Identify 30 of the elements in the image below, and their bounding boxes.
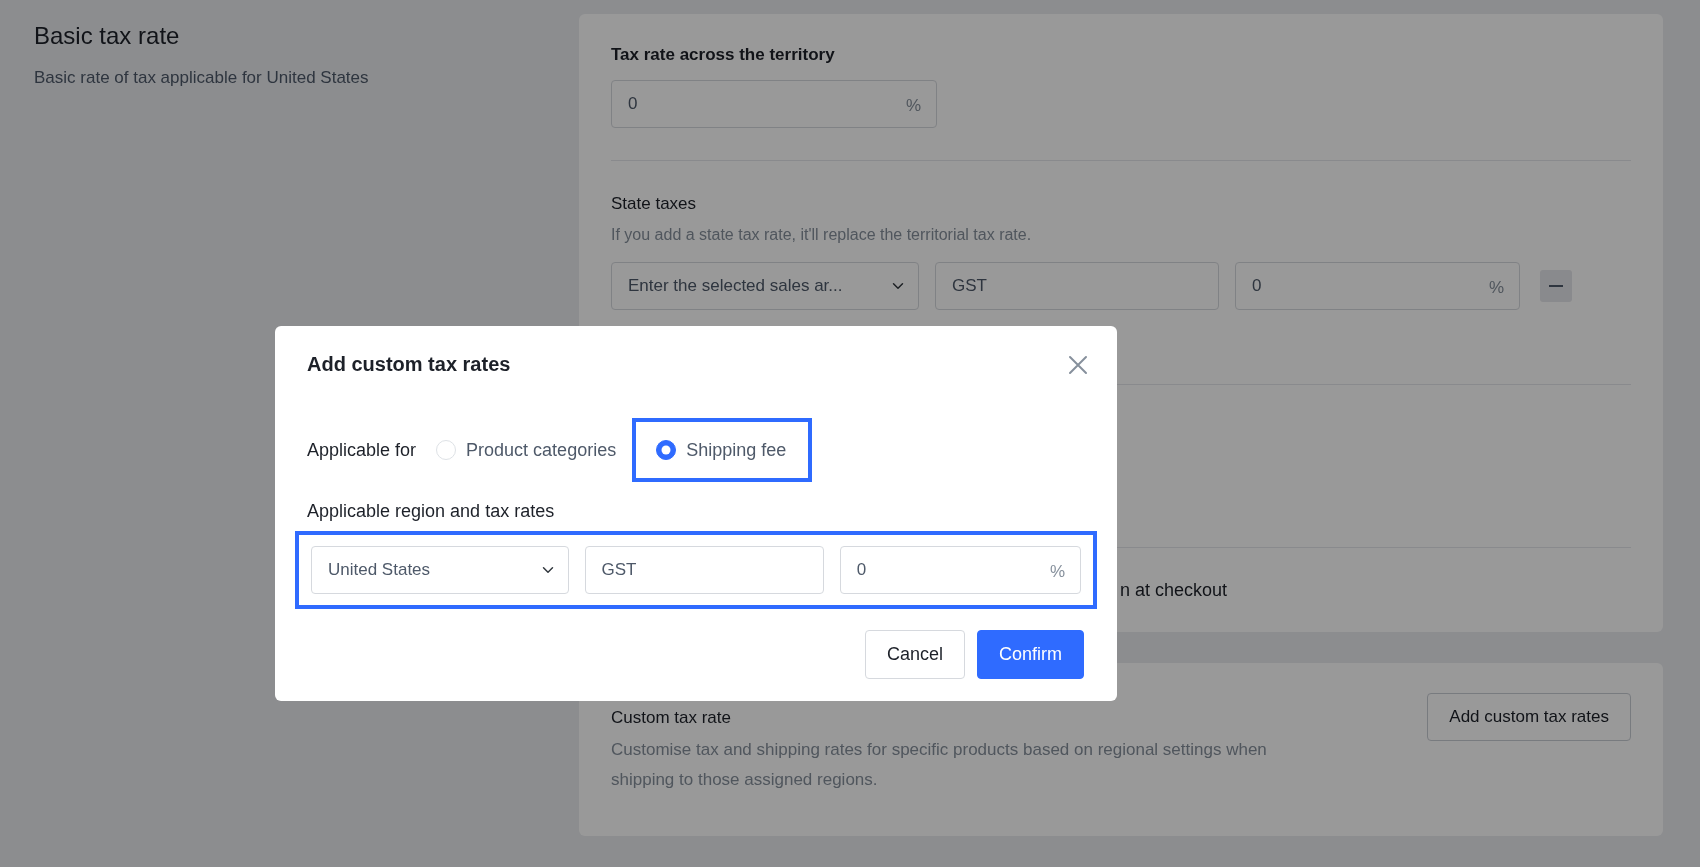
option-label[interactable]: Product categories bbox=[466, 436, 617, 464]
close-icon bbox=[1067, 353, 1089, 376]
percent-unit: % bbox=[1049, 561, 1065, 583]
add-custom-tax-button[interactable]: Add custom tax rates bbox=[1427, 692, 1631, 741]
territory-label: Tax rate across the territory bbox=[611, 44, 836, 66]
rate-field[interactable]: 0 % bbox=[839, 546, 1081, 594]
minus-icon bbox=[1549, 284, 1563, 287]
section-title: State taxes bbox=[611, 193, 698, 215]
cancel-button[interactable]: Cancel bbox=[864, 630, 965, 679]
option-label[interactable]: Shipping fee bbox=[686, 436, 787, 464]
section-description: If you add a state tax rate, it'll replace the territorial tax rate. bbox=[611, 224, 1033, 245]
tax-name-field[interactable]: GST bbox=[935, 261, 1219, 310]
field-label: Applicable for bbox=[307, 438, 417, 462]
field-label: Applicable region and tax rates bbox=[307, 500, 556, 523]
radio-button[interactable] bbox=[656, 440, 677, 460]
rate-field[interactable]: 0 % bbox=[1235, 261, 1520, 310]
remove-button[interactable] bbox=[1540, 269, 1572, 302]
page-title: Basic tax rate bbox=[34, 22, 181, 51]
section-description: Customise tax and shipping rates for specific products based on regional settings when shipping to those assigned regions. bbox=[611, 738, 1268, 791]
percent-unit: % bbox=[905, 94, 921, 117]
confirm-button[interactable]: Confirm bbox=[977, 630, 1084, 679]
page-description: Basic rate of tax applicable for United States bbox=[34, 66, 370, 89]
region-select[interactable]: United States bbox=[311, 546, 569, 594]
section-title: Custom tax rate bbox=[611, 707, 732, 729]
tax-name-field[interactable]: GST bbox=[584, 546, 824, 594]
checkout-text: n at checkout bbox=[1120, 578, 1228, 602]
modal-title: Add custom tax rates bbox=[307, 352, 511, 376]
percent-unit: % bbox=[1488, 276, 1504, 299]
region-select[interactable]: Enter the selected sales ar... bbox=[611, 261, 919, 310]
territory-rate-field[interactable]: 0 % bbox=[611, 79, 937, 128]
